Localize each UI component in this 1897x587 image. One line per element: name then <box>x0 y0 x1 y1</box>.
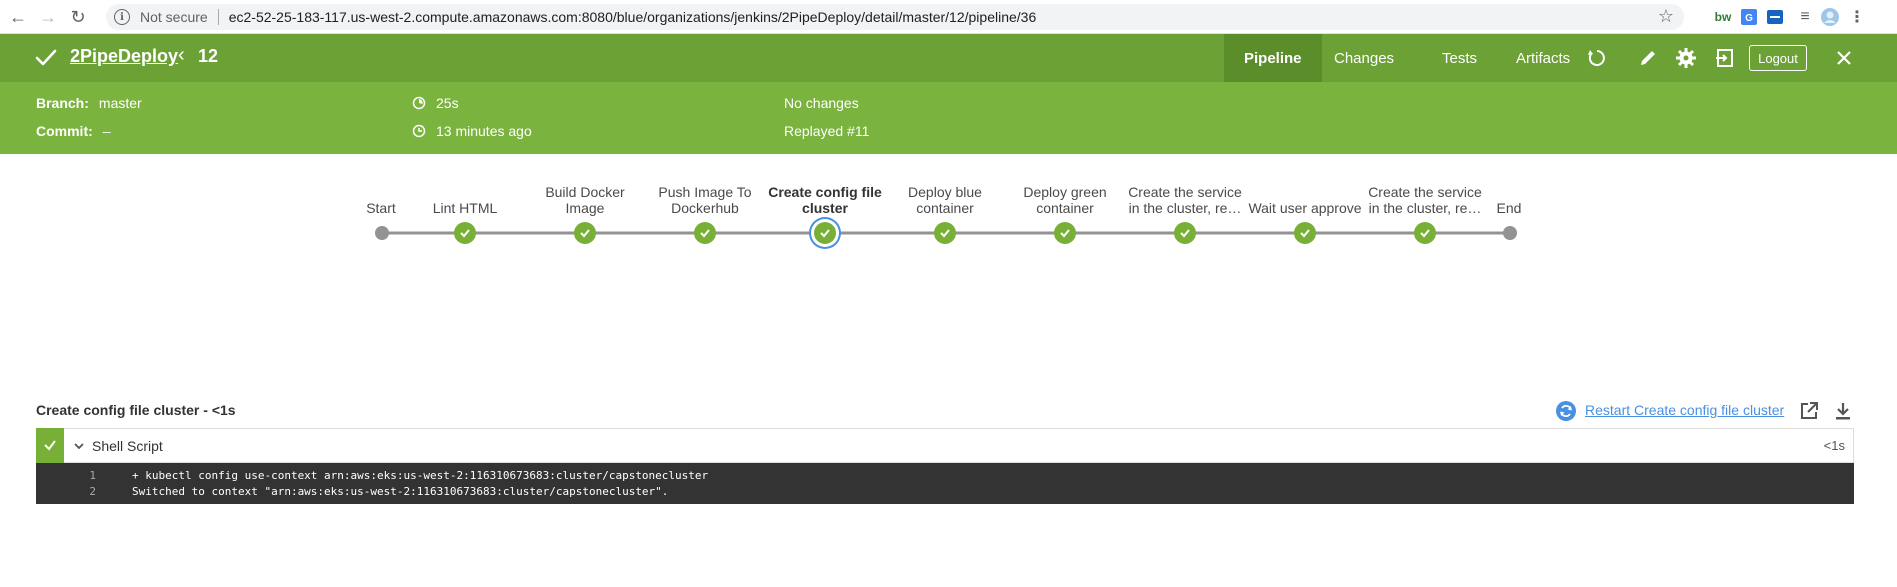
run-summary: Branch: master Commit: – 25s 13 minutes … <box>0 82 1897 154</box>
replayed-info: Replayed #11 <box>784 123 870 139</box>
clock-icon <box>412 124 426 138</box>
checkmark-icon <box>700 229 710 238</box>
commit-value: – <box>102 123 111 139</box>
stage-label-create-config: Create config file cluster <box>768 184 882 216</box>
stage-label-push-image: Push Image To Dockerhub <box>658 184 752 216</box>
exit-icon[interactable] <box>1713 46 1737 70</box>
stage-label-deploy-green: Deploy green container <box>1023 184 1107 216</box>
stopwatch-icon <box>412 96 426 110</box>
gear-icon[interactable] <box>1674 46 1698 70</box>
extension-translate-icon[interactable]: G <box>1740 7 1758 27</box>
security-label: Not secure <box>140 9 208 25</box>
open-external-icon[interactable] <box>1798 400 1820 422</box>
log-line: 2 Switched to context "arn:aws:eks:us-we… <box>36 483 1854 499</box>
extension-blue-icon[interactable] <box>1766 7 1784 27</box>
checkmark-icon <box>820 229 830 238</box>
stage-node-deploy-blue[interactable] <box>934 222 956 244</box>
reading-list-icon[interactable]: ≡ <box>1796 7 1814 27</box>
duration-value: 25s <box>436 95 459 111</box>
stage-node-create-service-2[interactable] <box>1414 222 1436 244</box>
logout-button[interactable]: Logout <box>1749 45 1807 71</box>
tab-tests[interactable]: Tests <box>1422 34 1497 82</box>
commit-info: Commit: – <box>36 123 111 139</box>
stage-node-push-image[interactable] <box>694 222 716 244</box>
stage-node-start <box>375 226 389 240</box>
checkmark-icon <box>44 440 56 451</box>
tab-artifacts[interactable]: Artifacts <box>1496 34 1590 82</box>
console-log: 1 + kubectl config use-context arn:aws:e… <box>36 463 1854 504</box>
checkmark-icon <box>1180 229 1190 238</box>
svg-text:G: G <box>1745 13 1753 24</box>
browser-toolbar: ← → ↻ i Not secure ec2-52-25-183-117.us-… <box>0 0 1897 34</box>
step-status-success <box>36 427 64 463</box>
forward-arrow-icon[interactable]: → <box>36 5 60 29</box>
checkmark-icon <box>940 229 950 238</box>
changes-info: No changes <box>784 95 859 111</box>
stage-node-create-service-1[interactable] <box>1174 222 1196 244</box>
stage-label-build-docker: Build Docker Image <box>545 184 625 216</box>
rerun-icon[interactable] <box>1585 46 1609 70</box>
restart-icon[interactable] <box>1555 400 1577 422</box>
chevron-left-icon: ‹ <box>178 44 185 66</box>
download-icon[interactable] <box>1832 400 1854 422</box>
log-line-number[interactable]: 2 <box>36 485 132 498</box>
stage-node-deploy-green[interactable] <box>1054 222 1076 244</box>
url-text[interactable]: ec2-52-25-183-117.us-west-2.compute.amaz… <box>229 9 1037 25</box>
bookmark-star-icon[interactable]: ☆ <box>1658 6 1674 27</box>
stage-label-end: End <box>1496 200 1522 216</box>
step-name: Shell Script <box>92 437 163 454</box>
close-icon[interactable] <box>1832 46 1856 70</box>
stage-node-create-config[interactable] <box>814 222 836 244</box>
checkmark-icon <box>1300 229 1310 238</box>
step-row-shell-script[interactable]: Shell Script <1s <box>36 427 1854 463</box>
checkmark-icon <box>1420 229 1430 238</box>
checkmark-icon <box>580 229 590 238</box>
log-line-text: + kubectl config use-context arn:aws:eks… <box>132 468 709 482</box>
menu-kebab-icon[interactable]: ⋮ <box>1849 7 1865 27</box>
stage-node-build-docker[interactable] <box>574 222 596 244</box>
duration-info: 25s <box>412 95 459 111</box>
stage-node-wait-approve[interactable] <box>1294 222 1316 244</box>
log-line-number[interactable]: 1 <box>36 469 132 482</box>
stage-node-end <box>1503 226 1517 240</box>
checkmark-icon <box>460 229 470 238</box>
back-arrow-icon[interactable]: ← <box>6 5 30 29</box>
stage-label-create-service-1: Create the service in the cluster, re… <box>1128 184 1242 216</box>
log-line: 1 + kubectl config use-context arn:aws:e… <box>36 467 1854 483</box>
started-info: 13 minutes ago <box>412 123 532 139</box>
address-bar[interactable]: i Not secure ec2-52-25-183-117.us-west-2… <box>106 4 1684 30</box>
info-icon[interactable]: i <box>114 9 130 25</box>
run-header: 2PipeDeploy ‹ 12 Pipeline Changes Tests … <box>0 34 1897 82</box>
stage-label-deploy-blue: Deploy blue container <box>908 184 982 216</box>
pipeline-graph: Start Lint HTML Build Docker Image Push … <box>0 154 1897 404</box>
chevron-down-icon[interactable] <box>74 438 84 454</box>
edit-pencil-icon[interactable] <box>1636 46 1660 70</box>
branch-info: Branch: master <box>36 95 142 111</box>
started-value: 13 minutes ago <box>436 123 532 139</box>
stage-node-lint[interactable] <box>454 222 476 244</box>
restart-stage-link[interactable]: Restart Create config file cluster <box>1585 402 1784 418</box>
checkmark-icon <box>1060 229 1070 238</box>
reload-icon[interactable]: ↻ <box>66 5 90 29</box>
log-line-text: Switched to context "arn:aws:eks:us-west… <box>132 484 669 498</box>
profile-avatar-icon[interactable] <box>1820 7 1840 27</box>
divider <box>217 9 219 25</box>
tab-pipeline[interactable]: Pipeline <box>1224 34 1322 82</box>
extension-bw-icon[interactable]: bw <box>1714 7 1732 27</box>
run-number: 12 <box>198 46 219 66</box>
checkmark-icon <box>34 46 58 70</box>
step-duration: <1s <box>1823 438 1845 453</box>
step-title: Create config file cluster - <1s <box>36 402 236 418</box>
tab-changes[interactable]: Changes <box>1314 34 1414 82</box>
stage-label-lint: Lint HTML <box>432 200 498 216</box>
pipeline-name-link[interactable]: 2PipeDeploy <box>70 46 178 67</box>
stage-label-wait-approve: Wait user approve <box>1248 200 1362 216</box>
branch-value: master <box>98 95 142 111</box>
